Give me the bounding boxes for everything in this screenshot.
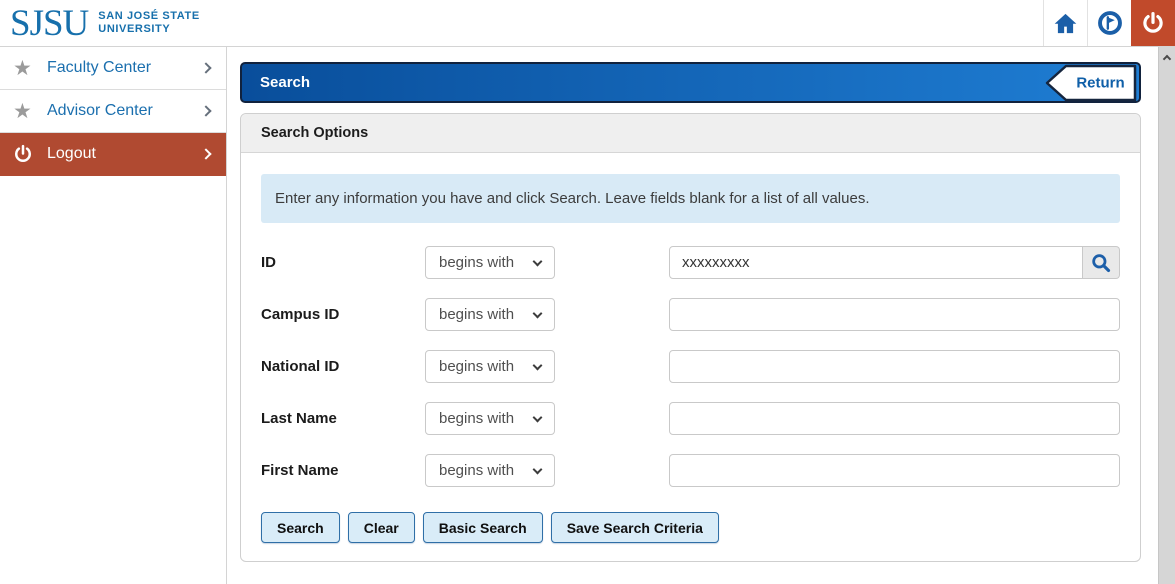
- return-button-label: Return: [1066, 64, 1135, 101]
- instructions-text: Enter any information you have and click…: [275, 190, 870, 207]
- chevron-down-icon: [533, 360, 543, 370]
- value-wrap: [669, 246, 1120, 279]
- sidebar-item-advisor-center[interactable]: ★ Advisor Center: [0, 90, 226, 133]
- operator-value: begins with: [439, 410, 514, 427]
- power-icon: [1141, 11, 1165, 35]
- home-icon: [1053, 11, 1078, 36]
- field-label: National ID: [261, 358, 425, 375]
- field-label: Last Name: [261, 410, 425, 427]
- star-icon: ★: [13, 58, 40, 79]
- sidebar-item-label: Advisor Center: [47, 102, 153, 120]
- return-button[interactable]: Return: [1044, 64, 1138, 101]
- sjsu-logo-line2: UNIVERSITY: [98, 23, 200, 36]
- chevron-down-icon: [533, 256, 543, 266]
- form-row-campus-id: Campus ID begins with: [261, 298, 1120, 331]
- value-wrap: [669, 350, 1120, 383]
- form-row-national-id: National ID begins with: [261, 350, 1120, 383]
- campus-id-input[interactable]: [669, 298, 1120, 331]
- main-content: Search Return Search Options Enter any i…: [228, 47, 1158, 584]
- header-actions: [1043, 0, 1175, 46]
- chevron-right-icon: [202, 150, 210, 158]
- operator-select-campus-id[interactable]: begins with: [425, 298, 555, 331]
- chevron-down-icon: [533, 308, 543, 318]
- signout-button[interactable]: [1131, 0, 1175, 46]
- sjsu-logo-text: SAN JOSÉ STATE UNIVERSITY: [98, 10, 200, 36]
- chevron-right-icon: [202, 107, 210, 115]
- field-label: ID: [261, 254, 425, 271]
- field-label: First Name: [261, 462, 425, 479]
- chevron-down-icon: [533, 412, 543, 422]
- national-id-input[interactable]: [669, 350, 1120, 383]
- search-options-panel: Search Options Enter any information you…: [240, 113, 1141, 562]
- chevron-right-icon: [202, 64, 210, 72]
- sidebar-item-label: Logout: [47, 145, 96, 163]
- value-wrap: [669, 298, 1120, 331]
- operator-value: begins with: [439, 358, 514, 375]
- operator-value: begins with: [439, 462, 514, 479]
- operator-select-id[interactable]: begins with: [425, 246, 555, 279]
- panel-header: Search Options: [241, 114, 1140, 153]
- app-header: SJSU SAN JOSÉ STATE UNIVERSITY: [0, 0, 1175, 47]
- search-icon: [1090, 252, 1112, 274]
- form-row-last-name: Last Name begins with: [261, 402, 1120, 435]
- compass-icon: [1097, 10, 1123, 36]
- id-lookup-button[interactable]: [1083, 246, 1120, 279]
- sjsu-logo-acronym: SJSU: [10, 5, 88, 42]
- field-label: Campus ID: [261, 306, 425, 323]
- operator-select-first-name[interactable]: begins with: [425, 454, 555, 487]
- vertical-scrollbar[interactable]: [1158, 47, 1175, 584]
- save-search-criteria-button[interactable]: Save Search Criteria: [551, 512, 719, 543]
- sjsu-logo-line1: SAN JOSÉ STATE: [98, 10, 200, 23]
- operator-select-national-id[interactable]: begins with: [425, 350, 555, 383]
- page-titlebar: Search Return: [240, 62, 1141, 103]
- power-icon: [13, 144, 40, 164]
- instructions-box: Enter any information you have and click…: [261, 174, 1120, 223]
- chevron-down-icon: [533, 464, 543, 474]
- action-buttons-row: Search Clear Basic Search Save Search Cr…: [261, 512, 1120, 543]
- sjsu-logo: SJSU SAN JOSÉ STATE UNIVERSITY: [0, 0, 200, 46]
- panel-body: Enter any information you have and click…: [241, 153, 1140, 561]
- sidebar-item-logout[interactable]: Logout: [0, 133, 226, 176]
- scrollbar-up-arrow[interactable]: [1159, 47, 1175, 66]
- sidebar-item-faculty-center[interactable]: ★ Faculty Center: [0, 47, 226, 90]
- id-input[interactable]: [669, 246, 1083, 279]
- last-name-input[interactable]: [669, 402, 1120, 435]
- navbar-button[interactable]: [1087, 0, 1131, 46]
- page-title: Search: [260, 74, 310, 91]
- value-wrap: [669, 402, 1120, 435]
- search-button[interactable]: Search: [261, 512, 340, 543]
- operator-select-last-name[interactable]: begins with: [425, 402, 555, 435]
- sidebar: ★ Faculty Center ★ Advisor Center Logout: [0, 47, 227, 584]
- star-icon: ★: [13, 101, 40, 122]
- panel-title: Search Options: [261, 125, 368, 141]
- home-button[interactable]: [1043, 0, 1087, 46]
- clear-button[interactable]: Clear: [348, 512, 415, 543]
- operator-value: begins with: [439, 254, 514, 271]
- screen: SJSU SAN JOSÉ STATE UNIVERSITY: [0, 0, 1175, 584]
- basic-search-button[interactable]: Basic Search: [423, 512, 543, 543]
- value-wrap: [669, 454, 1120, 487]
- operator-value: begins with: [439, 306, 514, 323]
- form-row-id: ID begins with: [261, 246, 1120, 279]
- first-name-input[interactable]: [669, 454, 1120, 487]
- form-row-first-name: First Name begins with: [261, 454, 1120, 487]
- sidebar-item-label: Faculty Center: [47, 59, 151, 77]
